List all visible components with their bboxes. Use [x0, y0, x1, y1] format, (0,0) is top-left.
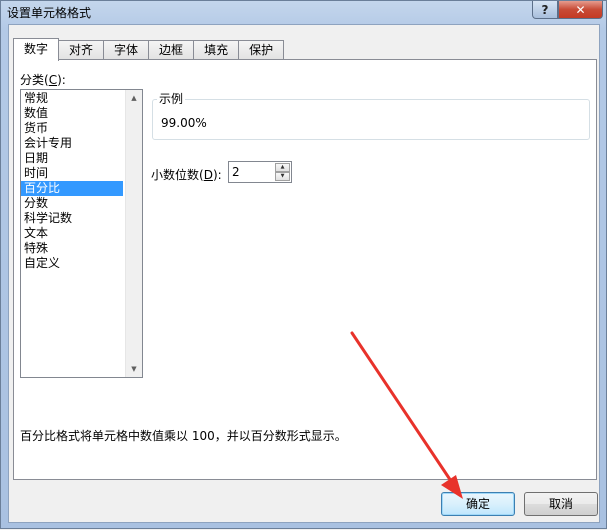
category-label: 分类(C):	[20, 71, 66, 88]
category-items: 常规 数值 货币 会计专用 日期 时间 百分比 分数 科学记数 文本 特殊 自定…	[21, 91, 123, 271]
scroll-up-arrow-icon[interactable]: ▲	[126, 90, 142, 106]
ok-button[interactable]: 确定	[441, 492, 515, 516]
tab-border[interactable]: 边框	[148, 40, 195, 60]
format-description: 百分比格式将单元格中数值乘以 100，并以百分数形式显示。	[20, 429, 347, 443]
category-item-date[interactable]: 日期	[21, 151, 123, 166]
cancel-button[interactable]: 取消	[524, 492, 598, 516]
category-item-scientific[interactable]: 科学记数	[21, 211, 123, 226]
decimal-label-prefix: 小数位数(	[151, 168, 204, 182]
dialog-body: 数字 对齐 字体 边框 填充 保护 分类(C): 常规 数值 货币 会计专用 日…	[8, 24, 600, 523]
tab-font[interactable]: 字体	[103, 40, 150, 60]
sample-value: 99.00%	[161, 116, 207, 130]
category-item-percentage[interactable]: 百分比	[21, 181, 123, 196]
scroll-down-arrow-icon[interactable]: ▼	[126, 361, 142, 377]
question-mark-icon: ?	[541, 2, 549, 17]
tab-strip: 数字 对齐 字体 边框 填充 保护	[13, 38, 285, 61]
category-label-prefix: 分类(	[20, 73, 49, 87]
category-item-accounting[interactable]: 会计专用	[21, 136, 123, 151]
category-label-suffix: ):	[57, 73, 66, 87]
number-tab-panel: 分类(C): 常规 数值 货币 会计专用 日期 时间 百分比 分数 科学记数 文…	[13, 59, 597, 480]
window-title: 设置单元格格式	[7, 6, 92, 20]
title-bar: 设置单元格格式 ? ✕	[1, 1, 606, 23]
category-scrollbar[interactable]: ▲ ▼	[125, 90, 142, 377]
category-item-time[interactable]: 时间	[21, 166, 123, 181]
category-item-special[interactable]: 特殊	[21, 241, 123, 256]
category-listbox[interactable]: 常规 数值 货币 会计专用 日期 时间 百分比 分数 科学记数 文本 特殊 自定…	[20, 89, 143, 378]
category-item-currency[interactable]: 货币	[21, 121, 123, 136]
close-button[interactable]: ✕	[558, 1, 603, 19]
spin-buttons: ▲ ▼	[275, 163, 290, 181]
tab-number[interactable]: 数字	[13, 38, 60, 61]
decimal-label-key: D	[203, 168, 213, 182]
spin-up-icon[interactable]: ▲	[275, 163, 290, 172]
spin-down-icon[interactable]: ▼	[275, 172, 290, 181]
help-button[interactable]: ?	[532, 1, 558, 19]
sample-legend: 示例	[157, 90, 186, 107]
close-icon: ✕	[575, 2, 586, 17]
category-item-fraction[interactable]: 分数	[21, 196, 123, 211]
category-item-custom[interactable]: 自定义	[21, 256, 123, 271]
decimal-places-stepper[interactable]: 2 ▲ ▼	[228, 161, 292, 183]
decimal-places-label: 小数位数(D):	[151, 166, 222, 183]
category-item-number[interactable]: 数值	[21, 106, 123, 121]
category-item-general[interactable]: 常规	[21, 91, 123, 106]
tab-protection[interactable]: 保护	[238, 40, 285, 60]
sample-group: 示例 99.00%	[152, 90, 590, 140]
format-cells-dialog: 设置单元格格式 ? ✕ 数字 对齐 字体 边框 填充 保护 分类(C): 常规 …	[0, 0, 607, 529]
category-item-text[interactable]: 文本	[21, 226, 123, 241]
decimal-places-value: 2	[232, 165, 240, 179]
tab-alignment[interactable]: 对齐	[58, 40, 105, 60]
category-label-key: C	[48, 73, 58, 87]
decimal-label-suffix: ):	[212, 168, 222, 182]
tab-fill[interactable]: 填充	[193, 40, 240, 60]
